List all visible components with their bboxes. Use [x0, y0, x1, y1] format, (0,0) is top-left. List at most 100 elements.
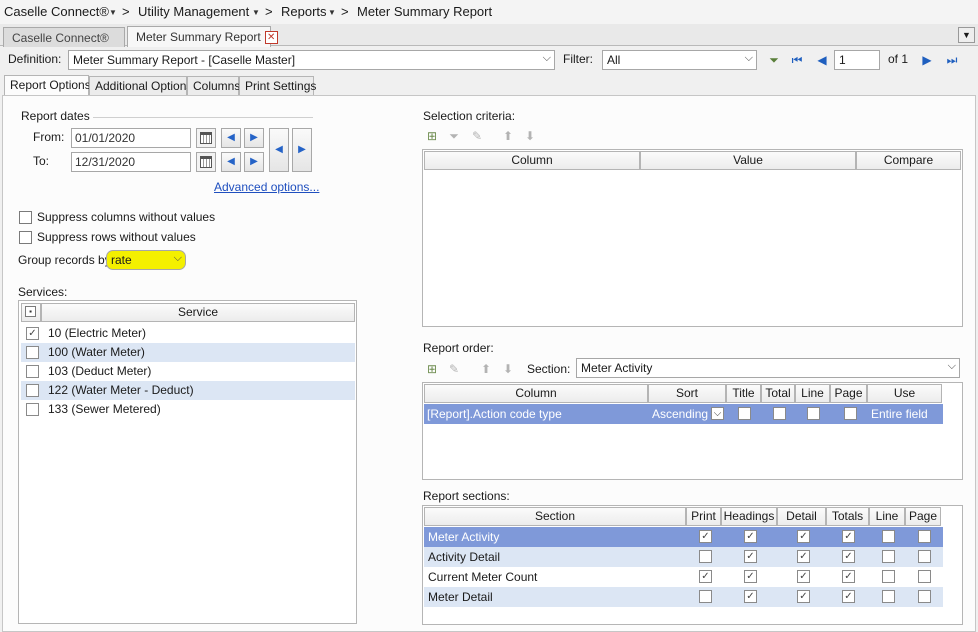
detail-checkbox[interactable]: ✓: [797, 530, 810, 543]
list-item[interactable]: 100 (Water Meter): [21, 343, 355, 362]
line-checkbox[interactable]: [882, 530, 895, 543]
table-row[interactable]: Current Meter Count ✓ ✓ ✓ ✓: [424, 567, 943, 587]
table-row[interactable]: Activity Detail ✓ ✓ ✓: [424, 547, 943, 567]
order-sort-header[interactable]: Sort: [648, 384, 726, 403]
table-row[interactable]: Meter Activity ✓ ✓ ✓ ✓: [424, 527, 943, 547]
suppress-rows-checkbox[interactable]: [19, 231, 32, 244]
headings-checkbox[interactable]: ✓: [744, 530, 757, 543]
totals-checkbox[interactable]: ✓: [842, 530, 855, 543]
previous-date-icon[interactable]: ◀: [221, 128, 241, 148]
list-item[interactable]: 133 (Sewer Metered): [21, 400, 355, 419]
chevron-down-icon[interactable]: ▼: [109, 8, 117, 17]
headings-checkbox[interactable]: ✓: [744, 590, 757, 603]
totals-checkbox[interactable]: ✓: [842, 550, 855, 563]
title-checkbox[interactable]: [738, 407, 751, 420]
order-page-header[interactable]: Page: [830, 384, 867, 403]
total-checkbox[interactable]: [773, 407, 786, 420]
criteria-column-header[interactable]: Column: [424, 151, 640, 170]
detail-checkbox[interactable]: ✓: [797, 570, 810, 583]
select-all-checkbox[interactable]: ▪: [25, 306, 36, 317]
order-column-header[interactable]: Column: [424, 384, 648, 403]
service-checkbox[interactable]: [26, 384, 39, 397]
section-select[interactable]: Meter Activity ⌵: [576, 358, 960, 378]
line-checkbox[interactable]: [882, 590, 895, 603]
add-order-icon[interactable]: ⊞: [424, 361, 440, 377]
order-use-cell[interactable]: Entire field: [871, 404, 928, 424]
sections-print-header[interactable]: Print: [686, 507, 721, 526]
order-use-header[interactable]: Use: [867, 384, 942, 403]
from-date-input[interactable]: 01/01/2020: [71, 128, 191, 148]
tab-print-settings[interactable]: Print Settings: [239, 76, 316, 95]
sections-totals-header[interactable]: Totals: [826, 507, 869, 526]
previous-period-icon[interactable]: ◀: [269, 128, 289, 172]
next-period-icon[interactable]: ▶: [292, 128, 312, 172]
line-checkbox[interactable]: [882, 570, 895, 583]
service-checkbox[interactable]: [26, 346, 39, 359]
line-checkbox[interactable]: [882, 550, 895, 563]
headings-checkbox[interactable]: ✓: [744, 570, 757, 583]
tab-additional-options[interactable]: Additional Options: [89, 76, 192, 95]
print-checkbox[interactable]: [699, 550, 712, 563]
order-total-header[interactable]: Total: [761, 384, 795, 403]
list-item[interactable]: 122 (Water Meter - Deduct): [21, 381, 355, 400]
suppress-columns-checkbox[interactable]: [19, 211, 32, 224]
move-up-icon[interactable]: ⬆: [500, 128, 516, 144]
tab-report-options[interactable]: Report Options: [4, 75, 91, 96]
order-title-header[interactable]: Title: [726, 384, 761, 403]
detail-checkbox[interactable]: ✓: [797, 550, 810, 563]
page-checkbox[interactable]: [918, 530, 931, 543]
breadcrumb-home[interactable]: Caselle Connect®: [4, 4, 109, 19]
filter-funnel-icon[interactable]: ⏷: [766, 52, 782, 68]
sections-page-header[interactable]: Page: [905, 507, 941, 526]
next-date-icon[interactable]: ▶: [244, 152, 264, 172]
next-date-icon[interactable]: ▶: [244, 128, 264, 148]
move-down-icon[interactable]: ⬇: [500, 361, 516, 377]
page-checkbox[interactable]: [918, 550, 931, 563]
criteria-value-header[interactable]: Value: [640, 151, 856, 170]
chevron-down-icon[interactable]: ▼: [328, 8, 336, 17]
advanced-options-link[interactable]: Advanced options...: [214, 180, 319, 194]
list-item[interactable]: ✓ 10 (Electric Meter): [21, 324, 355, 343]
page-checkbox[interactable]: [844, 407, 857, 420]
chevron-down-icon[interactable]: ▼: [252, 8, 260, 17]
headings-checkbox[interactable]: ✓: [744, 550, 757, 563]
print-checkbox[interactable]: ✓: [699, 530, 712, 543]
sections-headings-header[interactable]: Headings: [721, 507, 777, 526]
page-checkbox[interactable]: [918, 590, 931, 603]
calendar-icon[interactable]: [196, 128, 216, 148]
edit-order-icon[interactable]: ✎: [446, 361, 462, 377]
service-checkbox[interactable]: ✓: [26, 327, 39, 340]
to-date-input[interactable]: 12/31/2020: [71, 152, 191, 172]
list-item[interactable]: 103 (Deduct Meter): [21, 362, 355, 381]
move-down-icon[interactable]: ⬇: [522, 128, 538, 144]
service-checkbox[interactable]: [26, 403, 39, 416]
move-up-icon[interactable]: ⬆: [478, 361, 494, 377]
filter-criteria-icon[interactable]: ⏷: [446, 128, 462, 144]
table-row[interactable]: Meter Detail ✓ ✓ ✓: [424, 587, 943, 607]
select-all-header[interactable]: ▪: [21, 303, 41, 322]
sections-line-header[interactable]: Line: [869, 507, 905, 526]
service-column-header[interactable]: Service: [41, 303, 355, 322]
tab-list-dropdown-icon[interactable]: ▼: [958, 27, 975, 43]
detail-checkbox[interactable]: ✓: [797, 590, 810, 603]
previous-date-icon[interactable]: ◀: [221, 152, 241, 172]
breadcrumb-reports[interactable]: Reports: [281, 4, 327, 19]
sections-section-header[interactable]: Section: [424, 507, 686, 526]
tab-caselle-connect[interactable]: Caselle Connect®: [3, 27, 125, 47]
next-page-icon[interactable]: ▶: [919, 52, 935, 68]
breadcrumb-utility[interactable]: Utility Management: [138, 4, 249, 19]
previous-page-icon[interactable]: ◀: [814, 52, 830, 68]
edit-criteria-icon[interactable]: ✎: [469, 128, 485, 144]
service-checkbox[interactable]: [26, 365, 39, 378]
add-criteria-icon[interactable]: ⊞: [424, 128, 440, 144]
page-checkbox[interactable]: [918, 570, 931, 583]
page-number-input[interactable]: 1: [834, 50, 880, 70]
totals-checkbox[interactable]: ✓: [842, 570, 855, 583]
sections-detail-header[interactable]: Detail: [777, 507, 826, 526]
filter-select[interactable]: All ⌵: [602, 50, 757, 70]
criteria-compare-header[interactable]: Compare: [856, 151, 961, 170]
order-line-header[interactable]: Line: [795, 384, 830, 403]
first-page-icon[interactable]: ⏮: [789, 52, 805, 68]
close-icon[interactable]: ✕: [264, 31, 278, 45]
last-page-icon[interactable]: ⏭: [944, 52, 960, 68]
